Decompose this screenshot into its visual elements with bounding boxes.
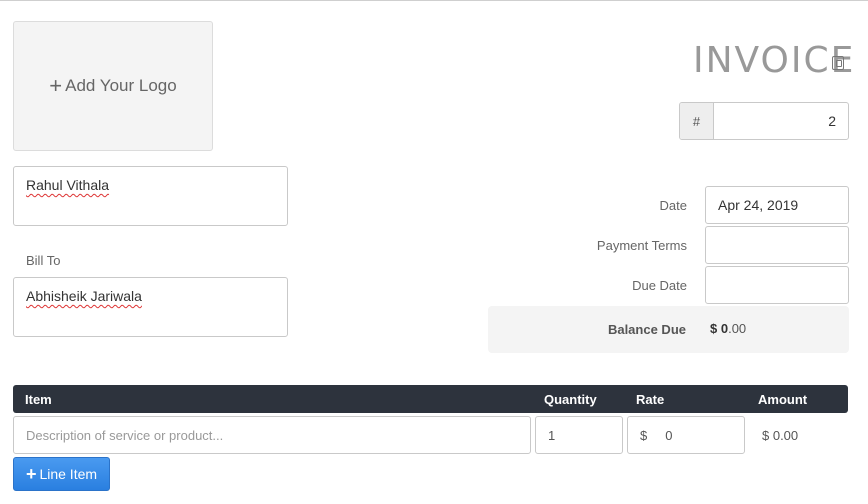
add-line-item-label: Line Item <box>39 466 98 482</box>
balance-due-panel: Balance Due $ 0.00 <box>488 306 849 353</box>
balance-cents: .00 <box>728 321 747 336</box>
header-amount: Amount <box>758 392 808 407</box>
header-item: Item <box>25 392 52 407</box>
bill-to-value: Abhisheik Jariwala <box>26 288 142 304</box>
invoice-number-input[interactable]: 2 <box>714 103 848 139</box>
balance-currency: $ <box>710 321 718 336</box>
top-divider <box>0 0 868 1</box>
header-quantity: Quantity <box>544 392 597 407</box>
items-table-header: Item Quantity Rate Amount <box>13 385 848 413</box>
payment-terms-input[interactable] <box>705 226 849 264</box>
hash-prefix: # <box>680 103 714 139</box>
date-input[interactable]: Apr 24, 2019 <box>705 186 849 224</box>
balance-due-label: Balance Due <box>607 322 686 337</box>
bill-to-field[interactable]: Abhisheik Jariwala <box>13 277 288 337</box>
bill-to-label: Bill To <box>26 253 61 268</box>
date-label: Date <box>659 198 687 213</box>
plus-icon: + <box>25 464 37 484</box>
due-date-input[interactable] <box>705 266 849 304</box>
item-amount: $ 0.00 <box>762 428 799 443</box>
from-value: Rahul Vithala <box>26 177 110 193</box>
balance-whole: 0 <box>720 321 729 336</box>
edit-title-icon[interactable] <box>832 56 844 70</box>
due-date-label: Due Date <box>632 278 687 293</box>
add-logo-button[interactable]: + Add Your Logo <box>13 21 213 151</box>
invoice-number-group: # 2 <box>679 102 849 140</box>
payment-terms-label: Payment Terms <box>596 238 687 253</box>
plus-icon: + <box>49 73 63 98</box>
add-line-item-button[interactable]: + Line Item <box>13 457 110 491</box>
item-rate-input[interactable]: $ 0 <box>627 416 745 454</box>
header-rate: Rate <box>636 392 665 407</box>
item-description-input[interactable]: Description of service or product... <box>13 416 531 454</box>
from-field[interactable]: Rahul Vithala <box>13 166 288 226</box>
item-quantity-input[interactable]: 1 <box>535 416 623 454</box>
rate-currency: $ <box>640 427 648 443</box>
balance-due-value: $ 0.00 <box>710 321 746 336</box>
add-logo-label: Add Your Logo <box>65 76 177 95</box>
rate-value: 0 <box>665 427 673 443</box>
